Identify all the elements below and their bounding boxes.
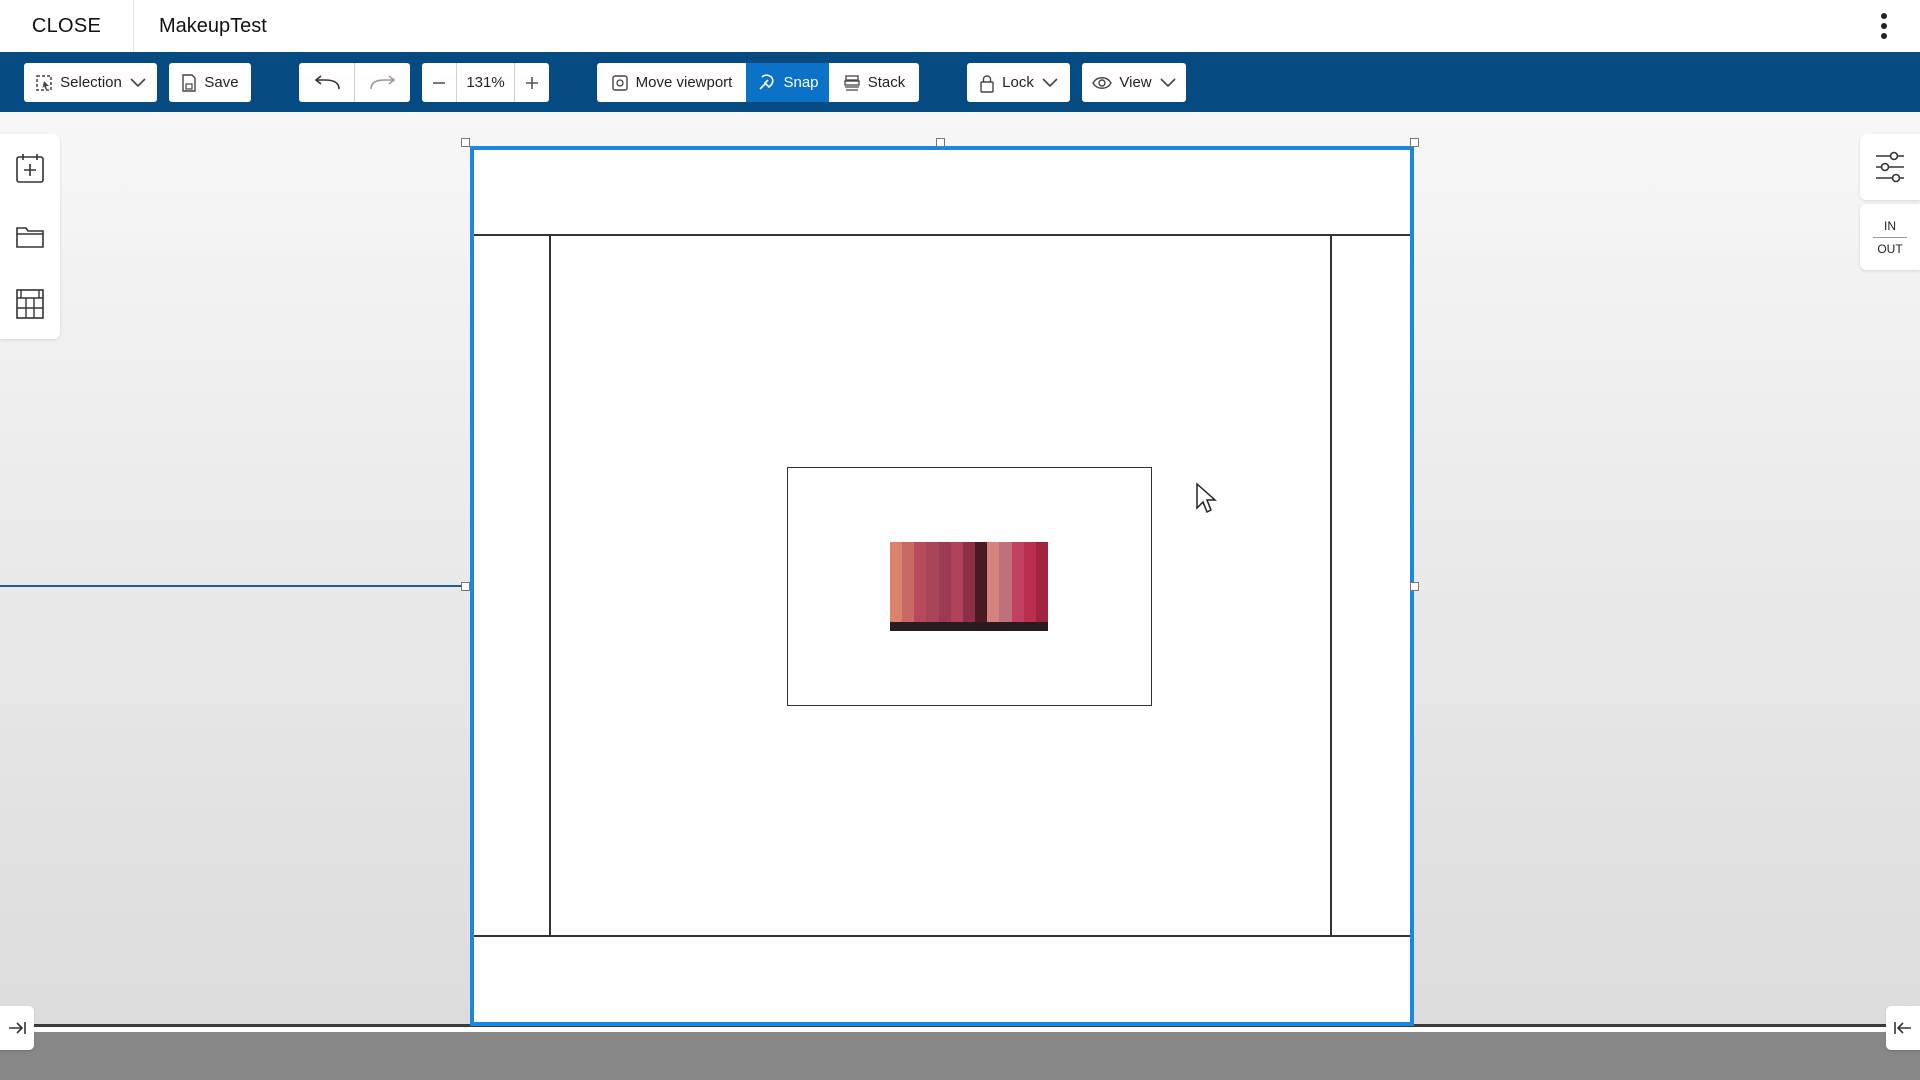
floor-area xyxy=(0,1032,1920,1080)
add-item-button[interactable] xyxy=(0,134,60,202)
stack-button[interactable]: Stack xyxy=(829,63,919,102)
undo-button[interactable] xyxy=(299,63,354,102)
mouse-cursor-icon xyxy=(1195,482,1217,521)
expand-left-button[interactable] xyxy=(0,1006,34,1050)
open-folder-button[interactable] xyxy=(0,202,60,270)
palette-swatch xyxy=(902,542,915,631)
lock-label: Lock xyxy=(1002,74,1034,91)
right-tool-panel: IN OUT xyxy=(1860,134,1920,270)
in-label: IN xyxy=(1884,218,1896,233)
move-viewport-button[interactable]: Move viewport xyxy=(597,63,746,102)
right-panel-line xyxy=(1330,235,1332,936)
palette-swatch xyxy=(926,542,939,631)
palette-swatch xyxy=(999,542,1012,631)
chevron-down-icon xyxy=(1042,77,1058,88)
magnet-icon xyxy=(756,73,776,93)
move-viewport-label: Move viewport xyxy=(635,74,733,91)
chevron-down-icon xyxy=(130,77,146,88)
resize-handle[interactable] xyxy=(461,138,470,147)
snap-toggle[interactable]: Snap xyxy=(746,63,829,102)
save-button[interactable]: Save xyxy=(169,63,251,102)
guide-line xyxy=(0,585,466,587)
settings-button[interactable] xyxy=(1860,134,1920,200)
bottom-shelf-line xyxy=(474,935,1410,937)
close-button[interactable]: CLOSE xyxy=(0,0,134,52)
redo-icon xyxy=(369,74,395,89)
viewport-icon xyxy=(611,74,629,92)
palette-swatch xyxy=(950,542,963,631)
save-icon xyxy=(181,73,197,92)
selection-dropdown[interactable]: Selection xyxy=(24,63,157,102)
app-header: CLOSE MakeupTest xyxy=(0,0,1920,52)
main-toolbar: Selection Save 131% Move viewport Snap S… xyxy=(0,52,1920,112)
minus-icon xyxy=(433,81,445,84)
palette-swatch xyxy=(1035,542,1048,631)
stack-label: Stack xyxy=(867,74,906,91)
resize-handle[interactable] xyxy=(936,138,945,147)
shelf-layout-icon xyxy=(16,289,44,319)
palette-swatch xyxy=(1023,542,1036,631)
undo-icon xyxy=(314,74,340,89)
mode-group: Move viewport Snap Stack xyxy=(597,63,919,102)
arrow-left-bar-icon xyxy=(1894,1022,1911,1034)
selection-icon xyxy=(35,74,53,92)
left-tool-panel xyxy=(0,134,60,339)
arrow-right-bar-icon xyxy=(9,1022,26,1034)
sliders-icon xyxy=(1876,151,1904,183)
save-label: Save xyxy=(204,74,239,91)
palette-swatch xyxy=(987,542,1000,631)
lock-icon xyxy=(979,73,995,93)
palette-base xyxy=(890,622,1048,631)
palette-swatch xyxy=(1011,542,1024,631)
eye-icon xyxy=(1092,76,1113,90)
view-dropdown[interactable]: View xyxy=(1082,63,1186,102)
lock-dropdown[interactable]: Lock xyxy=(967,63,1070,102)
zoom-value[interactable]: 131% xyxy=(457,63,514,102)
palette-swatch xyxy=(962,542,976,631)
kebab-menu-icon[interactable] xyxy=(1868,10,1900,42)
zoom-control: 131% xyxy=(422,63,549,102)
undo-redo-group xyxy=(299,63,410,102)
add-item-icon xyxy=(16,154,44,183)
expand-right-button[interactable] xyxy=(1886,1006,1920,1050)
resize-handle[interactable] xyxy=(1410,138,1419,147)
out-label: OUT xyxy=(1877,241,1903,256)
view-label: View xyxy=(1119,74,1152,91)
palette-swatch xyxy=(914,542,927,631)
left-panel-line xyxy=(549,235,551,936)
layout-button[interactable] xyxy=(0,270,60,338)
resize-handle[interactable] xyxy=(1410,582,1419,591)
plus-icon xyxy=(526,76,538,89)
palette-swatch xyxy=(938,542,951,631)
chevron-down-icon xyxy=(1160,77,1176,88)
snap-label: Snap xyxy=(783,74,819,91)
zoom-in-button[interactable] xyxy=(515,63,549,102)
selection-label: Selection xyxy=(60,74,122,91)
redo-button[interactable] xyxy=(355,63,410,102)
stack-icon xyxy=(843,74,861,92)
palette-swatch xyxy=(890,542,903,631)
top-shelf-line xyxy=(474,234,1410,236)
resize-handle[interactable] xyxy=(461,582,470,591)
zoom-out-button[interactable] xyxy=(422,63,456,102)
folder-icon xyxy=(16,227,44,248)
in-out-button[interactable]: IN OUT xyxy=(1860,204,1920,270)
lipstick-palette-image[interactable] xyxy=(890,542,1048,631)
document-title: MakeupTest xyxy=(159,14,267,37)
palette-swatch xyxy=(975,542,988,631)
